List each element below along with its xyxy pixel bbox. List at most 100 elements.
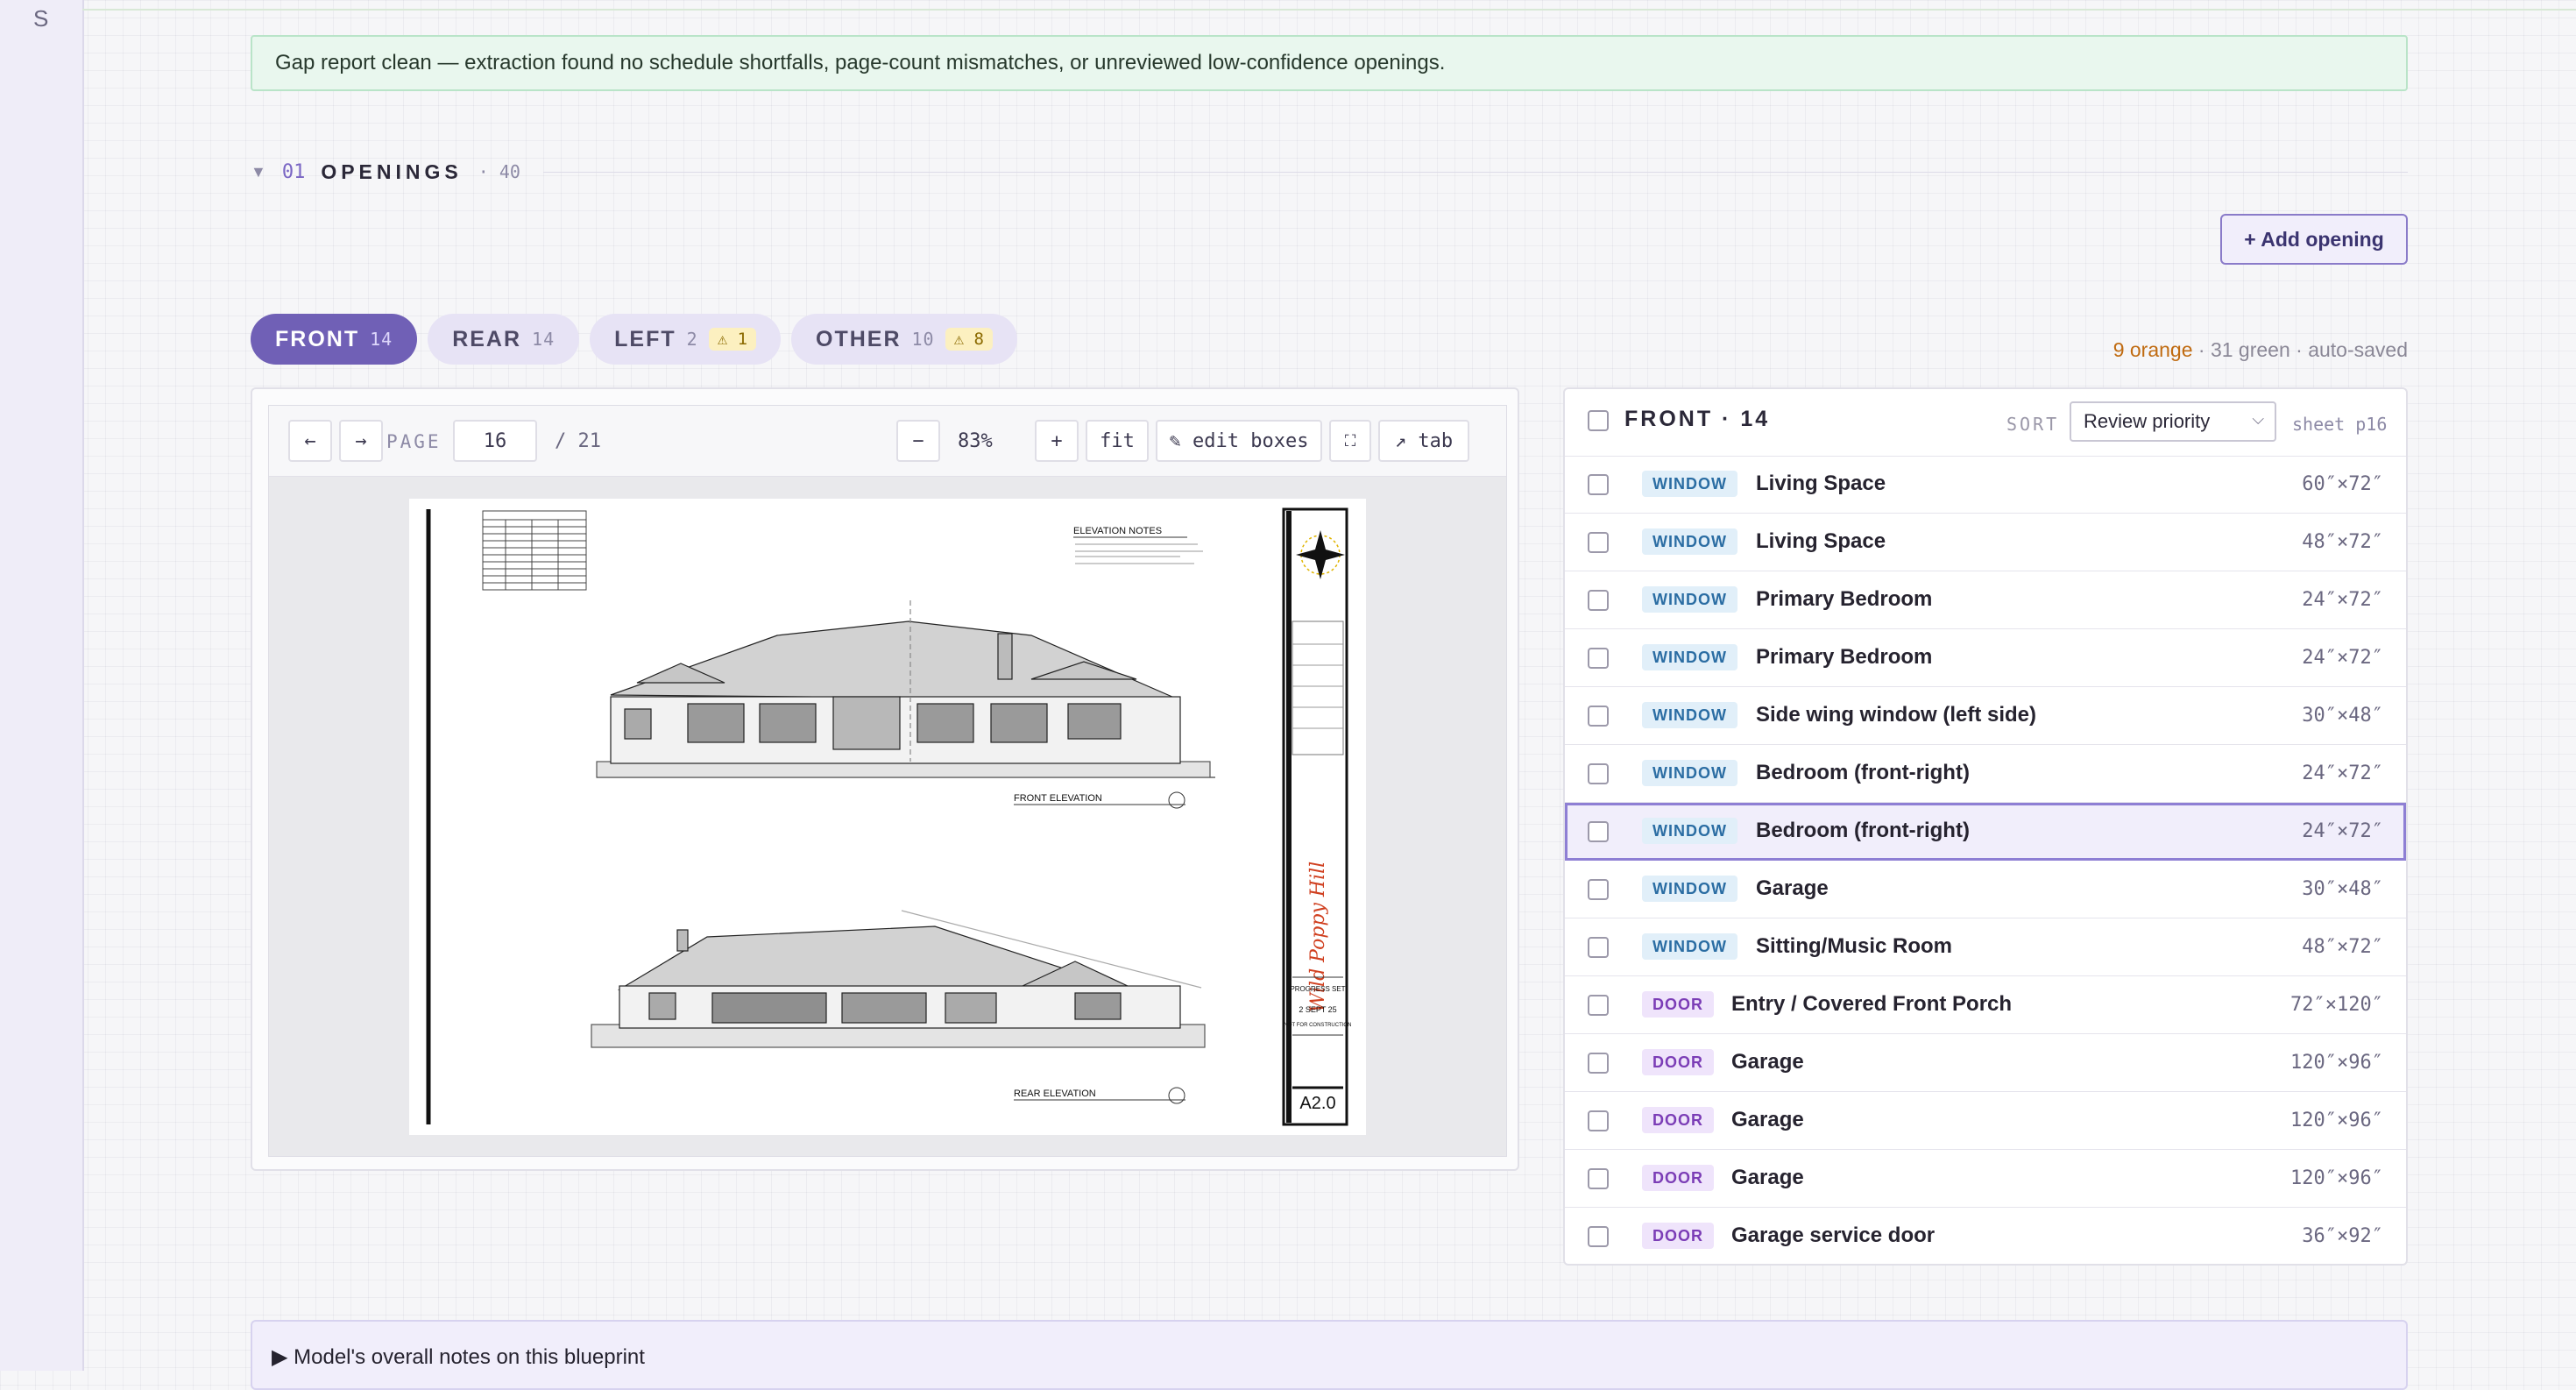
- opening-row[interactable]: WINDOW Primary Bedroom 24″×72″: [1565, 571, 2406, 629]
- viewer-toolbar: ← → PAGE / 21 − 83% + fit ✎ edit boxes ⛶…: [269, 406, 1506, 477]
- row-checkbox[interactable]: [1588, 532, 1609, 553]
- next-page-button[interactable]: →: [339, 420, 383, 462]
- tab-label: FRONT: [275, 326, 360, 351]
- opening-row[interactable]: WINDOW Primary Bedroom 24″×72″: [1565, 629, 2406, 687]
- left-rail: S: [0, 0, 84, 1371]
- opening-row[interactable]: WINDOW Bedroom (front-right) 24″×72″: [1565, 803, 2406, 861]
- opening-name: Garage: [1731, 1166, 1804, 1189]
- opening-dimensions: 120″×96″: [2290, 1167, 2383, 1189]
- opening-row[interactable]: WINDOW Garage 30″×48″: [1565, 861, 2406, 918]
- opening-name: Bedroom (front-right): [1756, 819, 1970, 842]
- row-checkbox[interactable]: [1588, 474, 1609, 495]
- row-checkbox[interactable]: [1588, 1168, 1609, 1189]
- warning-badge: ⚠ 1: [708, 328, 757, 351]
- opening-name: Primary Bedroom: [1756, 587, 1933, 611]
- tab-other[interactable]: OTHER 10 ⚠ 8: [791, 314, 1017, 365]
- opening-row[interactable]: WINDOW Bedroom (front-right) 24″×72″: [1565, 745, 2406, 803]
- opening-type-badge: WINDOW: [1642, 528, 1737, 555]
- front-elevation-label: FRONT ELEVATION: [1014, 793, 1102, 804]
- sort-value: Review priority: [2084, 410, 2211, 432]
- opening-row[interactable]: DOOR Garage 120″×96″: [1565, 1150, 2406, 1208]
- opening-dimensions: 120″×96″: [2290, 1052, 2383, 1074]
- row-checkbox[interactable]: [1588, 590, 1609, 611]
- tab-front[interactable]: FRONT 14: [251, 314, 418, 365]
- row-checkbox[interactable]: [1588, 1226, 1609, 1247]
- opening-name: Sitting/Music Room: [1756, 934, 1952, 958]
- tab-count: 14: [532, 329, 556, 350]
- sheet-date: 2 SEPT 25: [1299, 1005, 1336, 1014]
- opening-type-badge: WINDOW: [1642, 644, 1737, 670]
- not-for-construction-label: NOT FOR CONSTRUCTION: [1284, 1023, 1352, 1028]
- warning-badge: ⚠ 8: [945, 328, 993, 351]
- opening-name: Garage: [1731, 1050, 1804, 1074]
- fit-button[interactable]: fit: [1086, 420, 1149, 462]
- opening-dimensions: 36″×92″: [2302, 1225, 2383, 1247]
- open-in-tab-button[interactable]: ↗ tab: [1378, 420, 1469, 462]
- collapse-triangle-icon[interactable]: ▼: [251, 163, 266, 181]
- opening-name: Living Space: [1756, 529, 1886, 553]
- edit-boxes-button[interactable]: ✎ edit boxes: [1156, 420, 1322, 462]
- opening-row[interactable]: WINDOW Living Space 48″×72″: [1565, 514, 2406, 571]
- blueprint-sheet[interactable]: ELEVATION NOTES FRONT ELEVATION REAR ELE…: [409, 499, 1366, 1135]
- select-all-checkbox[interactable]: [1588, 410, 1609, 431]
- model-notes-toggle[interactable]: ▶ Model's overall notes on this blueprin…: [251, 1320, 2408, 1390]
- row-checkbox[interactable]: [1588, 821, 1609, 842]
- row-checkbox[interactable]: [1588, 1053, 1609, 1074]
- opening-dimensions: 120″×96″: [2290, 1110, 2383, 1131]
- section-count: · 40: [478, 161, 520, 182]
- opening-row[interactable]: DOOR Garage service door 36″×92″: [1565, 1208, 2406, 1264]
- opening-row[interactable]: WINDOW Sitting/Music Room 48″×72″: [1565, 918, 2406, 976]
- tab-rear[interactable]: REAR 14: [428, 314, 580, 365]
- opening-type-badge: WINDOW: [1642, 760, 1737, 786]
- openings-section-header[interactable]: ▼ 01 OPENINGS · 40: [251, 158, 520, 186]
- opening-row[interactable]: DOOR Garage 120″×96″: [1565, 1034, 2406, 1092]
- tab-label: REAR: [452, 326, 522, 351]
- elevation-notes-title: ELEVATION NOTES: [1073, 526, 1162, 536]
- row-checkbox[interactable]: [1588, 937, 1609, 958]
- sort-select[interactable]: Review priority ⌵: [2070, 401, 2276, 442]
- opening-dimensions: 72″×120″: [2290, 994, 2383, 1016]
- opening-dimensions: 24″×72″: [2302, 589, 2383, 611]
- chevron-down-icon: ⌵: [2252, 410, 2264, 428]
- opening-row[interactable]: WINDOW Side wing window (left side) 30″×48…: [1565, 687, 2406, 745]
- orange-count: 9 orange: [2112, 338, 2193, 361]
- section-title: OPENINGS: [321, 160, 463, 183]
- opening-name: Garage service door: [1731, 1223, 1936, 1247]
- zoom-in-button[interactable]: +: [1035, 420, 1079, 462]
- opening-dimensions: 60″×72″: [2302, 473, 2383, 495]
- tab-label: LEFT: [614, 326, 676, 351]
- page-total: / 21: [555, 430, 601, 452]
- gap-report-banner: Gap report clean — extraction found no s…: [251, 35, 2408, 91]
- list-header: FRONT · 14 SORT Review priority ⌵ sheet …: [1565, 389, 2406, 457]
- prev-page-button[interactable]: ←: [288, 420, 332, 462]
- tab-left[interactable]: LEFT 2 ⚠ 1: [590, 314, 782, 365]
- zoom-out-button[interactable]: −: [896, 420, 940, 462]
- row-checkbox[interactable]: [1588, 879, 1609, 900]
- review-status: 9 orange · 31 green · auto-saved: [2113, 338, 2408, 362]
- opening-dimensions: 24″×72″: [2302, 762, 2383, 784]
- add-opening-button[interactable]: + Add opening: [2220, 214, 2408, 265]
- opening-type-badge: DOOR: [1642, 1223, 1714, 1249]
- opening-row[interactable]: WINDOW Living Space 60″×72″: [1565, 456, 2406, 514]
- row-checkbox[interactable]: [1588, 706, 1609, 727]
- tab-count: 14: [370, 329, 393, 350]
- opening-name: Living Space: [1756, 472, 1886, 495]
- row-checkbox[interactable]: [1588, 1110, 1609, 1131]
- fullscreen-icon[interactable]: ⛶: [1329, 420, 1371, 462]
- opening-type-badge: DOOR: [1642, 991, 1714, 1018]
- section-number: 01: [281, 160, 306, 183]
- opening-row[interactable]: DOOR Garage 120″×96″: [1565, 1092, 2406, 1150]
- opening-dimensions: 24″×72″: [2302, 820, 2383, 842]
- row-checkbox[interactable]: [1588, 763, 1609, 784]
- progress-set-label: PROGRESS SET: [1290, 985, 1345, 993]
- top-divider: [82, 9, 2576, 11]
- row-checkbox[interactable]: [1588, 648, 1609, 669]
- tab-count: 10: [911, 329, 935, 350]
- row-checkbox[interactable]: [1588, 995, 1609, 1016]
- page-number-input[interactable]: [453, 420, 537, 462]
- opening-dimensions: 30″×48″: [2302, 705, 2383, 727]
- opening-dimensions: 30″×48″: [2302, 878, 2383, 900]
- opening-type-badge: WINDOW: [1642, 876, 1737, 902]
- list-title: FRONT · 14: [1624, 407, 1771, 431]
- opening-row[interactable]: DOOR Entry / Covered Front Porch 72″×120″: [1565, 976, 2406, 1034]
